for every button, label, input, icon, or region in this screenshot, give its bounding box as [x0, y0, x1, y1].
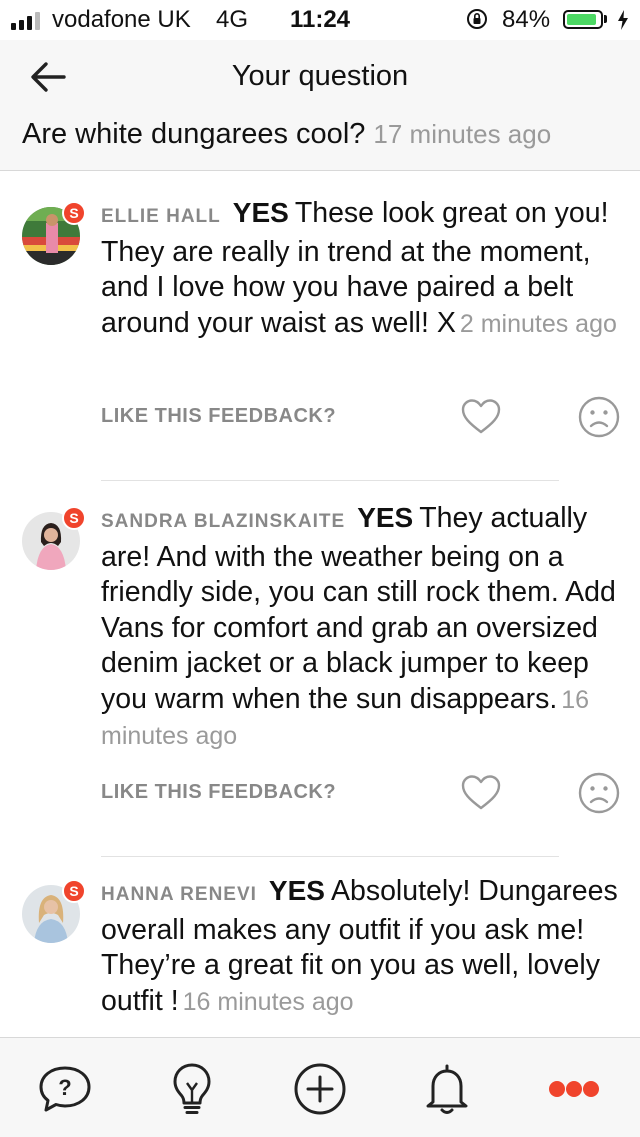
- feedback-time: 16 minutes ago: [182, 987, 354, 1016]
- divider: [101, 480, 559, 481]
- bell-icon[interactable]: [418, 1060, 476, 1118]
- charging-bolt-icon: [618, 10, 628, 30]
- more-icon[interactable]: [545, 1060, 603, 1118]
- verdict: YES: [357, 502, 414, 533]
- battery-tip: [604, 15, 607, 23]
- heart-icon[interactable]: [459, 771, 503, 815]
- divider: [101, 856, 559, 857]
- feedback-list[interactable]: S ELLIE HALL YES These look great on you! …: [0, 171, 640, 1037]
- verdict: YES: [268, 875, 325, 906]
- feedback-body: They actually are! And with the weather …: [101, 502, 616, 715]
- author-name[interactable]: SANDRA BLAZINSKAITE: [101, 511, 345, 532]
- add-icon[interactable]: [291, 1060, 349, 1118]
- question-time: 17 minutes ago: [373, 119, 552, 149]
- battery-icon: [563, 10, 603, 29]
- verdict: YES: [232, 197, 289, 228]
- sad-face-icon[interactable]: [577, 395, 621, 439]
- feedback-actions: LIKE THIS FEEDBACK?: [101, 395, 626, 441]
- rotation-lock-icon: [467, 9, 487, 29]
- bottom-tab-bar: ?: [0, 1037, 640, 1137]
- heart-icon[interactable]: [459, 395, 503, 439]
- feedback-time: 2 minutes ago: [459, 309, 617, 338]
- lightbulb-icon[interactable]: [163, 1060, 221, 1118]
- feedback-text: ELLIE HALL YES These look great on you! Th…: [101, 195, 621, 342]
- like-feedback-label: LIKE THIS FEEDBACK?: [101, 781, 337, 803]
- question-text: Are white dungarees cool? 17 minutes ago: [22, 118, 551, 151]
- feedback-actions: LIKE THIS FEEDBACK?: [101, 771, 626, 817]
- question-label: Are white dungarees cool?: [22, 118, 366, 150]
- like-feedback-label: LIKE THIS FEEDBACK?: [101, 405, 337, 427]
- feedback-text: SANDRA BLAZINSKAITE YES They actually are!…: [101, 500, 621, 755]
- stylist-badge: S: [62, 879, 86, 903]
- stylist-badge: S: [62, 201, 86, 225]
- battery-fill: [567, 14, 596, 25]
- feedback-text: HANNA RENEVI YES Absolutely! Dungarees ove…: [101, 873, 621, 1020]
- question-icon[interactable]: ?: [36, 1060, 94, 1118]
- question-header: Your question Are white dungarees cool? 1…: [0, 40, 640, 171]
- svg-text:?: ?: [58, 1075, 71, 1100]
- page-title: Your question: [231, 60, 409, 92]
- author-name[interactable]: ELLIE HALL: [101, 206, 221, 227]
- author-name[interactable]: HANNA RENEVI: [101, 884, 257, 905]
- sad-face-icon[interactable]: [577, 771, 621, 815]
- status-bar: vodafone UK 4G 11:24 84%: [0, 0, 640, 40]
- stylist-badge: S: [62, 506, 86, 530]
- battery-percent: 84%: [502, 6, 551, 33]
